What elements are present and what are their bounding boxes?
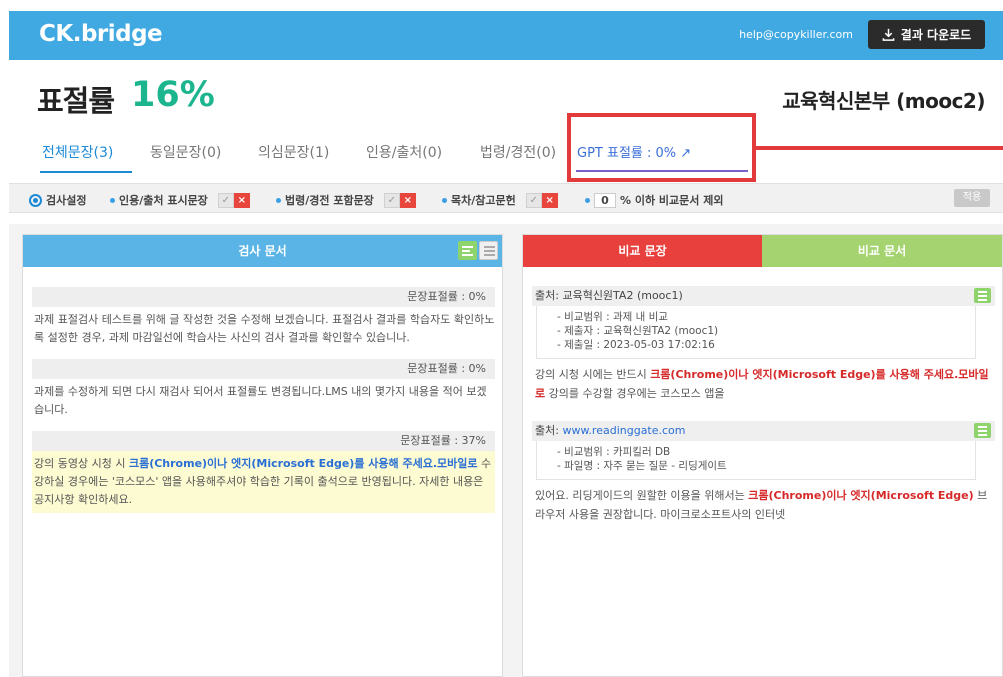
sentence-text-match: 크롬(Chrome)이나 엣지(Microsoft Edge)를 사용해 주세요… (128, 457, 478, 470)
settings-title[interactable]: 검사설정 (29, 192, 86, 208)
meta-filename: - 파일명 : 자주 묻는 질문 - 리딩게이트 (557, 460, 727, 472)
rate-value: 16% (131, 75, 215, 115)
settings-title-label: 검사설정 (46, 194, 87, 207)
tab-compare-sentence[interactable]: 비교 문장 (523, 235, 762, 267)
comparison-panel: 비교 문장 비교 문서 출처: 교육혁신원TA2 (mooc1) - 비교범위 … (522, 234, 1003, 677)
close-icon[interactable]: × (541, 192, 558, 208)
option-citation-label: 인용/출처 표시문장 (119, 194, 208, 207)
source-link[interactable]: www.readinggate.com (562, 424, 685, 437)
check-icon[interactable]: ✓ (525, 192, 542, 208)
sentence-rate: 문장표절률 : 37% (32, 431, 495, 451)
list-view-icon[interactable] (458, 241, 477, 260)
meta-scope: - 비교범위 : 과제 내 비교 (557, 311, 668, 323)
source-text-pre: 있어요. 리딩게이드의 원할한 이용을 위해서는 (535, 489, 749, 502)
option-law: 법령/경전 포함문장 ✓ × (276, 192, 416, 208)
option-threshold: 0 % 이하 비교문서 제외 (585, 192, 723, 208)
meta-submitter: - 제출자 : 교육혁신원TA2 (mooc1) (557, 325, 719, 337)
panel-title: 검사 문서 (238, 244, 287, 258)
tab-compare-document[interactable]: 비교 문서 (762, 235, 1002, 267)
download-label: 결과 다운로드 (900, 28, 972, 42)
option-citation-toggle[interactable]: ✓ × (217, 192, 250, 208)
source-label: 출처: (535, 289, 563, 302)
view-toggle (458, 241, 498, 260)
meta-scope: - 비교범위 : 카피킬러 DB (557, 446, 671, 458)
gpt-annotation-line (756, 146, 1003, 150)
sentence-item[interactable]: 문장표절률 : 0% 과제 표절검사 테스트를 위해 글 작성한 것을 수정해 … (32, 287, 495, 351)
option-toc-label: 목차/참고문헌 (451, 194, 516, 207)
option-law-toggle[interactable]: ✓ × (383, 192, 416, 208)
meta-date: - 제출일 : 2023-05-03 17:02:16 (557, 339, 715, 351)
sentence-rate: 문장표절률 : 0% (32, 359, 495, 379)
sentence-text: 강의 동영상 시청 시 크롬(Chrome)이나 엣지(Microsoft Ed… (32, 451, 495, 513)
target-icon (29, 193, 42, 207)
bullet-icon (110, 197, 115, 203)
source-header: 출처: 교육혁신원TA2 (mooc1) (532, 286, 995, 306)
source-meta: - 비교범위 : 과제 내 비교 - 제출자 : 교육혁신원TA2 (mooc1… (536, 306, 976, 359)
download-icon (882, 28, 895, 41)
check-icon[interactable]: ✓ (217, 192, 234, 208)
close-icon[interactable]: × (233, 192, 250, 208)
sentence-text: 과제를 수정하게 되면 다시 재검사 되어서 표절률도 변경됩니다.LMS 내의… (34, 385, 487, 416)
threshold-label: % 이하 비교문서 제외 (620, 194, 724, 207)
option-toc-toggle[interactable]: ✓ × (525, 192, 558, 208)
tab-all[interactable]: 전체문장(3) (42, 142, 113, 162)
source-header: 출처: www.readinggate.com (532, 421, 995, 441)
active-tab-underline (40, 171, 132, 173)
sentence-text: 과제 표절검사 테스트를 위해 글 작성한 것을 수정해 보겠습니다. 표절검사… (34, 313, 495, 344)
apply-button[interactable]: 적용 (954, 189, 990, 207)
support-email[interactable]: help@copykiller.com (739, 28, 853, 41)
tab-law[interactable]: 법령/경전(0) (480, 142, 556, 162)
bullet-icon (585, 197, 590, 203)
sentence-text-pre: 강의 동영상 시청 시 (34, 457, 129, 470)
option-law-label: 법령/경전 포함문장 (285, 194, 374, 207)
close-icon[interactable]: × (399, 192, 416, 208)
inspected-document-panel: 검사 문서 문장표절률 : 0% 과제 표절검사 테스트를 위해 글 작성한 것… (22, 234, 503, 677)
tab-identical[interactable]: 동일문장(0) (150, 142, 221, 162)
rate-title: 표절률 (37, 84, 115, 118)
source-label: 출처: (535, 424, 563, 437)
gpt-annotation-box (567, 113, 756, 182)
sentence-item[interactable]: 문장표절률 : 0% 과제를 수정하게 되면 다시 재검사 되어서 표절률도 변… (32, 359, 495, 423)
inspected-document-header: 검사 문서 (23, 235, 502, 267)
source-item: 출처: www.readinggate.com - 비교범위 : 카피킬러 DB… (532, 421, 995, 528)
tab-citation[interactable]: 인용/출처(0) (366, 142, 442, 162)
page: CK.bridge help@copykiller.com 결과 다운로드 표절… (0, 0, 1003, 677)
source-meta: - 비교범위 : 카피킬러 DB - 파일명 : 자주 묻는 질문 - 리딩게이… (536, 441, 976, 480)
source-name: 교육혁신원TA2 (mooc1) (562, 289, 683, 302)
document-icon[interactable] (974, 288, 991, 303)
bullet-icon (442, 197, 447, 203)
org-name: 교육혁신본부 (mooc2) (782, 89, 985, 113)
source-text-match: 크롬(Chrome)이나 엣지(Microsoft Edge) (748, 489, 974, 502)
download-button[interactable]: 결과 다운로드 (868, 20, 985, 49)
source-item: 출처: 교육혁신원TA2 (mooc1) - 비교범위 : 과제 내 비교 - … (532, 286, 995, 407)
top-bar: CK.bridge help@copykiller.com 결과 다운로드 (9, 11, 1003, 60)
sentence-item-selected[interactable]: 문장표절률 : 37% 강의 동영상 시청 시 크롬(Chrome)이나 엣지(… (32, 431, 495, 513)
full-view-icon[interactable] (479, 241, 498, 260)
settings-bar: 검사설정 인용/출처 표시문장 ✓ × 법령/경전 포함문장 ✓ × 목차/참고… (9, 183, 1003, 213)
logo: CK.bridge (39, 21, 163, 47)
check-icon[interactable]: ✓ (383, 192, 400, 208)
source-text: 강의 시청 시에는 반드시 크롬(Chrome)이나 엣지(Microsoft … (532, 359, 995, 407)
bullet-icon (276, 197, 281, 203)
tab-suspicious[interactable]: 의심문장(1) (258, 142, 329, 162)
source-text-post: 강의를 수강할 경우에는 코스모스 앱을 (545, 387, 725, 400)
source-text-pre: 강의 시청 시에는 반드시 (535, 368, 651, 381)
source-text: 있어요. 리딩게이드의 원할한 이용을 위해서는 크롬(Chrome)이나 엣지… (532, 480, 995, 528)
option-toc: 목차/참고문헌 ✓ × (442, 192, 558, 208)
document-icon[interactable] (974, 423, 991, 438)
threshold-input[interactable]: 0 (594, 192, 616, 208)
comparison-tabs: 비교 문장 비교 문서 (523, 235, 1002, 267)
sentence-rate: 문장표절률 : 0% (32, 287, 495, 307)
option-citation: 인용/출처 표시문장 ✓ × (110, 192, 250, 208)
